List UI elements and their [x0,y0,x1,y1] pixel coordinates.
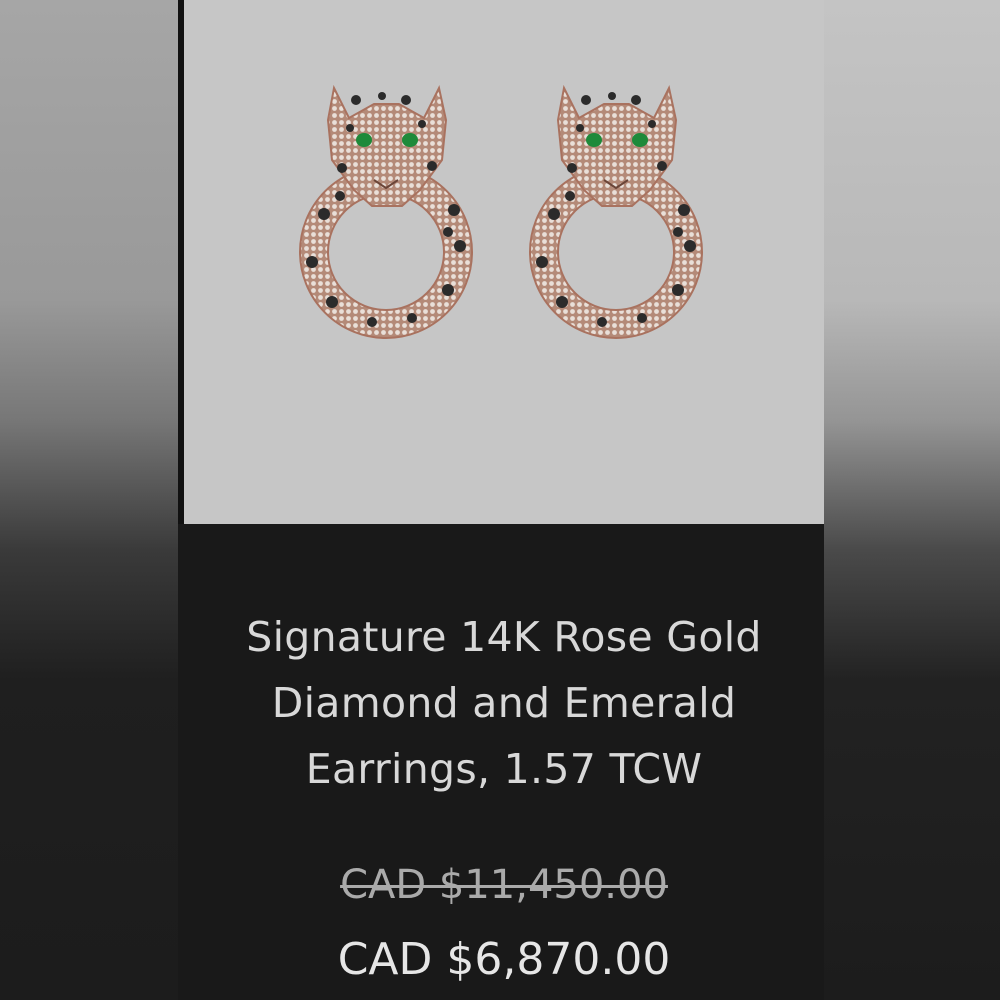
right-earring [529,84,703,339]
left-earring [299,84,473,339]
background-blur-right [824,0,1000,1000]
product-title-line-1: Signature 14K Rose Gold [246,613,762,661]
product-title[interactable]: Signature 14K Rose Gold Diamond and Emer… [184,604,824,802]
leopard-earrings-icon [299,84,703,339]
sale-price: CAD $6,870.00 [337,934,671,985]
background-blur-left [0,0,178,1000]
product-image[interactable] [184,0,824,524]
original-price: CAD $11,450.00 [340,862,668,908]
product-title-line-3: Earrings, 1.57 TCW [305,745,703,793]
product-title-line-2: Diamond and Emerald [271,679,737,727]
